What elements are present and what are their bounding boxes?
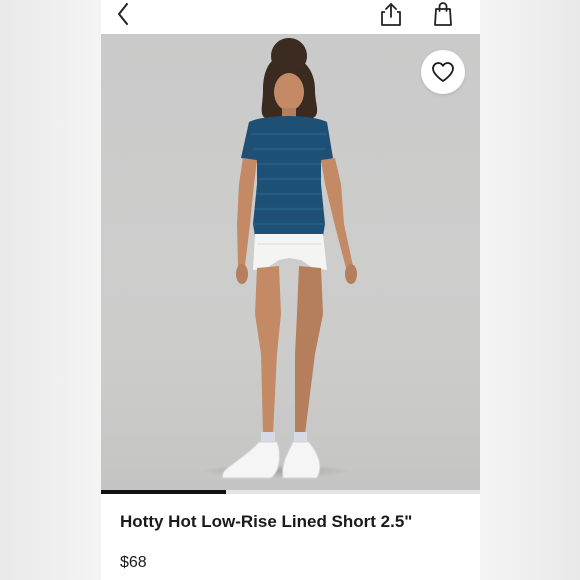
app-screen: Hotty Hot Low-Rise Lined Short 2.5" $68 bbox=[101, 0, 480, 580]
model-figure bbox=[222, 38, 357, 479]
gallery-progress-fill bbox=[101, 490, 227, 494]
chevron-left-icon bbox=[118, 3, 128, 25]
product-image[interactable] bbox=[101, 34, 480, 492]
back-button[interactable] bbox=[109, 0, 137, 28]
share-button[interactable] bbox=[377, 0, 405, 28]
gallery-progress-bar bbox=[101, 490, 480, 494]
wishlist-button[interactable] bbox=[421, 50, 465, 94]
top-navigation-bar bbox=[101, 0, 480, 34]
shopping-bag-icon bbox=[434, 2, 452, 26]
product-title: Hotty Hot Low-Rise Lined Short 2.5" bbox=[120, 512, 413, 531]
shopping-bag-button[interactable] bbox=[429, 0, 457, 28]
share-icon bbox=[381, 3, 401, 26]
product-price: $68 bbox=[120, 554, 147, 571]
heart-icon bbox=[432, 62, 454, 82]
